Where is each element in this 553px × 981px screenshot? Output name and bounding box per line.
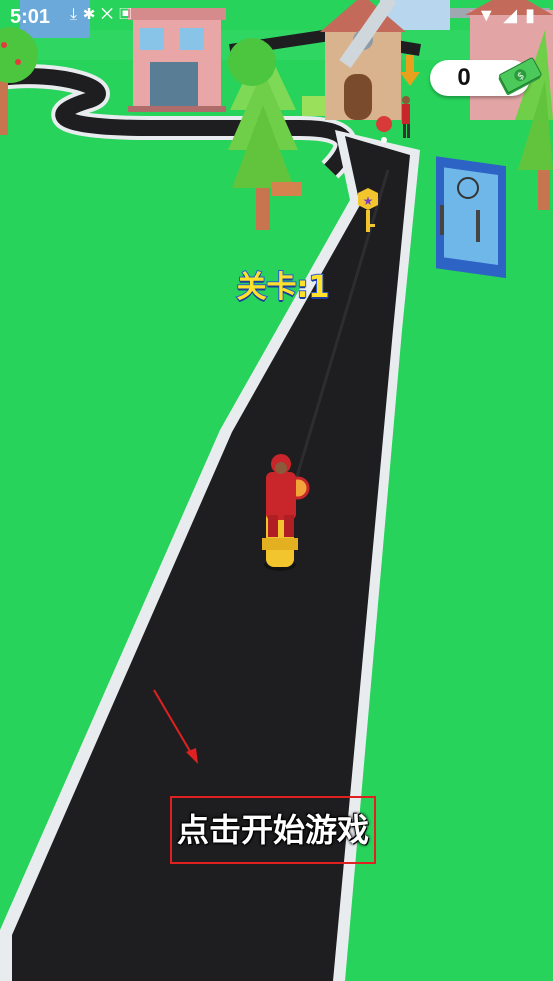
bench xyxy=(272,182,302,196)
pointer-arrow-icon xyxy=(153,689,198,764)
cash-stack-icon: $ xyxy=(498,57,542,95)
svg-text:★: ★ xyxy=(363,194,374,208)
cell-signal-icon: ◢ xyxy=(503,5,526,25)
system-icons: ▼◢▮ xyxy=(477,5,543,26)
notification-icons: ⤓✱✕▣ xyxy=(70,6,137,24)
status-bar: 5:01 ⤓✱✕▣ ▼◢▮ xyxy=(0,0,553,36)
cash-counter: 0 $ xyxy=(430,57,542,96)
level-label: 关卡:1 xyxy=(236,269,331,306)
status-time: 5:01 xyxy=(10,6,51,28)
start-game-button[interactable]: 点击开始游戏 xyxy=(170,796,376,864)
cash-value: 0 xyxy=(457,64,471,91)
billboard xyxy=(436,156,506,279)
app-icon: ▣ xyxy=(119,6,138,23)
waving-pedestrian xyxy=(402,96,410,138)
download-icon: ⤓ xyxy=(70,6,84,23)
wifi-icon: ▼ xyxy=(477,5,504,25)
battery-icon: ▮ xyxy=(525,5,543,25)
settings-icon: ✱ xyxy=(83,6,101,23)
start-prompt-text: 点击开始游戏 xyxy=(176,811,369,849)
notification-icon: ✕ xyxy=(100,6,120,23)
